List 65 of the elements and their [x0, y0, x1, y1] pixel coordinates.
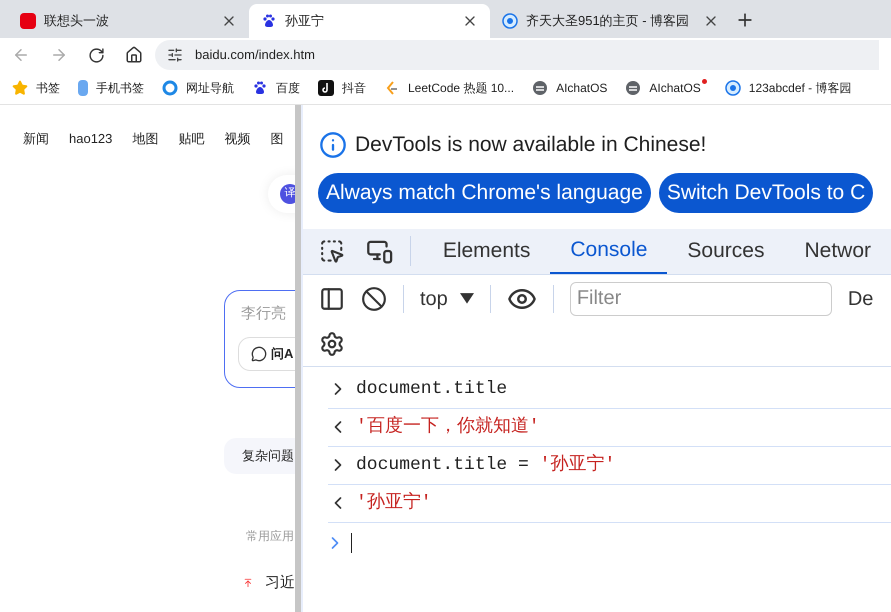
- tab-title: 联想头一波: [44, 12, 110, 30]
- browser-tab[interactable]: 联想头一波: [8, 4, 249, 38]
- console-command: document.title = '孙亚宁': [356, 452, 616, 476]
- nav-link[interactable]: 图: [270, 129, 284, 148]
- console-result: '孙亚宁': [356, 490, 432, 514]
- nav-link[interactable]: 新闻: [23, 129, 49, 148]
- context-dropdown[interactable]: top: [420, 284, 474, 314]
- favicon-icon: [724, 80, 741, 96]
- inspect-icon[interactable]: [319, 238, 344, 264]
- bookmark[interactable]: LeetCode 热题 10...: [384, 79, 514, 97]
- bookmark[interactable]: AIchatOS: [532, 79, 608, 97]
- site-info-icon[interactable]: [167, 47, 183, 63]
- banner-button[interactable]: Always match Chrome's language: [318, 172, 651, 212]
- section-title: 常用应用: [246, 528, 295, 544]
- chat-icon: [251, 346, 267, 362]
- info-icon: [319, 130, 347, 159]
- clear-console-icon[interactable]: [361, 286, 387, 312]
- bookmark[interactable]: AIchatOS: [625, 79, 707, 97]
- bookmark[interactable]: 网址导航: [162, 79, 234, 97]
- bookmark[interactable]: 百度: [252, 79, 300, 97]
- reload-icon[interactable]: [88, 46, 105, 64]
- browser-tab[interactable]: 孙亚宁: [249, 4, 490, 38]
- browser-tab[interactable]: 齐天大圣951的主页 - 博客园: [490, 4, 731, 38]
- nav-link[interactable]: 视频: [224, 129, 250, 148]
- banner-button[interactable]: Switch DevTools to C: [658, 172, 874, 212]
- nav-link[interactable]: 贴吧: [178, 129, 204, 148]
- favicon-icon: [78, 80, 88, 96]
- levels-dropdown[interactable]: De: [848, 284, 874, 314]
- bookmark[interactable]: 手机书签: [78, 79, 144, 97]
- favicon-icon: [20, 13, 36, 29]
- bookmark[interactable]: 123abcdef - 博客园: [724, 79, 852, 97]
- suggestion-chip[interactable]: 复杂问题: [224, 438, 295, 474]
- scrollbar[interactable]: [295, 105, 303, 612]
- favicon-icon: [318, 80, 334, 96]
- console-command: document.title: [356, 378, 508, 400]
- favicon-icon: [502, 13, 518, 29]
- tab-title: 齐天大圣951的主页 - 博客园: [526, 12, 690, 30]
- favicon-icon: [532, 80, 548, 96]
- url-text: baidu.com/index.htm: [195, 46, 315, 64]
- favicon-icon: [261, 13, 277, 29]
- favicon-icon: [12, 80, 28, 96]
- banner-message: DevTools is now available in Chinese!: [355, 132, 706, 158]
- nav-link[interactable]: hao123: [69, 129, 112, 148]
- hot-search-item[interactable]: 习近: [265, 572, 295, 594]
- text-cursor[interactable]: [351, 532, 352, 552]
- bookmark[interactable]: 抖音: [318, 79, 366, 97]
- devtools-tab[interactable]: Console: [550, 228, 668, 274]
- filter-field[interactable]: Filter: [570, 282, 832, 316]
- home-icon[interactable]: [125, 46, 143, 64]
- favicon-icon: [252, 80, 268, 96]
- favicon-icon: [162, 80, 178, 96]
- devtools-tab[interactable]: Elements: [422, 228, 550, 274]
- favicon-icon: [625, 80, 642, 96]
- dropdown-triangle-icon: [460, 292, 474, 304]
- devtools-tab[interactable]: Sources: [667, 228, 784, 274]
- console-result: '百度一下，你就知道': [356, 414, 540, 438]
- nav-link[interactable]: 地图: [132, 129, 158, 148]
- tab-title: 孙亚宁: [285, 12, 325, 30]
- bookmark[interactable]: 书签: [12, 79, 60, 97]
- translate-button[interactable]: 译: [268, 174, 295, 212]
- sidebar-toggle-icon[interactable]: [319, 286, 345, 312]
- settings-icon[interactable]: [319, 331, 345, 357]
- devtools-tab[interactable]: Networ: [784, 228, 891, 274]
- address-bar[interactable]: baidu.com/index.htm: [155, 40, 879, 70]
- favicon-icon: [384, 80, 400, 96]
